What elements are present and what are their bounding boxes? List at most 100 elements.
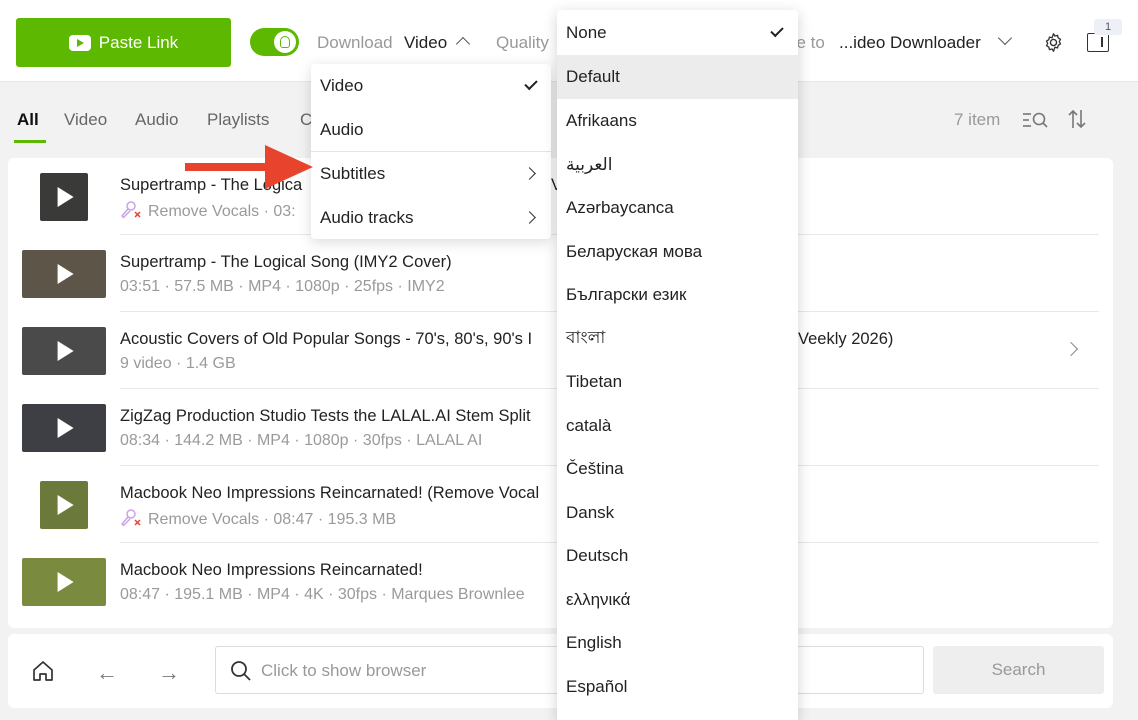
subtitle-language-menu: None Default Afrikaans العربية Azərbayca… — [557, 10, 798, 720]
menu-item-audio[interactable]: Audio — [311, 108, 551, 152]
language-option[interactable]: العربية — [557, 143, 798, 187]
item-meta: Remove Vocals · 03: — [120, 201, 296, 221]
language-option-default[interactable]: Default — [557, 55, 798, 99]
language-option[interactable]: Беларуская мова — [557, 230, 798, 274]
item-title: Macbook Neo Impressions Reincarnated! (R… — [120, 484, 540, 502]
check-icon — [770, 23, 784, 38]
video-thumbnail — [40, 481, 88, 529]
tab-audio[interactable]: Audio — [135, 110, 178, 130]
language-label: català — [566, 416, 612, 435]
tab-video[interactable]: Video — [64, 110, 107, 130]
tab-all[interactable]: All — [17, 110, 39, 130]
video-thumbnail — [22, 404, 106, 452]
chevron-right-icon — [523, 211, 536, 224]
search-placeholder: Click to show browser — [261, 661, 427, 680]
youtube-icon — [68, 34, 91, 51]
tab-playlists[interactable]: Playlists — [207, 110, 269, 130]
language-label: العربية — [566, 155, 613, 174]
queue-count-badge: 1 — [1094, 19, 1122, 35]
language-option[interactable]: Afrikaans — [557, 99, 798, 143]
menu-item-audio-tracks[interactable]: Audio tracks — [311, 196, 551, 240]
item-title-tail: Veekly 2026) — [798, 330, 894, 348]
language-option[interactable]: Deutsch — [557, 534, 798, 578]
chevron-down-icon[interactable] — [997, 30, 1013, 46]
play-icon — [57, 187, 74, 207]
language-option[interactable]: Azərbaycanca — [557, 186, 798, 230]
language-option[interactable]: English — [557, 621, 798, 665]
menu-item-label: Video — [320, 76, 364, 95]
menu-item-video[interactable]: Video — [311, 64, 551, 108]
language-option[interactable]: Čeština — [557, 447, 798, 491]
menu-item-label: Subtitles — [320, 164, 386, 183]
paste-link-button[interactable]: Paste Link — [16, 18, 231, 67]
active-tab-indicator — [14, 140, 46, 143]
red-arrow-icon — [185, 145, 313, 189]
paste-link-label: Paste Link — [98, 32, 179, 52]
item-meta: 08:34 · 144.2 MB · MP4 · 1080p · 30fps ·… — [120, 432, 483, 449]
forward-arrow-icon[interactable]: → — [158, 660, 180, 686]
download-label: Download — [317, 33, 393, 52]
gear-icon[interactable] — [1043, 32, 1064, 53]
home-icon[interactable] — [32, 660, 54, 682]
back-arrow-icon[interactable]: ← — [96, 660, 118, 686]
item-title: Supertramp - The Logical Song (IMY2 Cove… — [120, 253, 452, 271]
item-meta: 03:51 · 57.5 MB · MP4 · 1080p · 25fps · … — [120, 278, 445, 295]
item-title: Macbook Neo Impressions Reincarnated! — [120, 561, 423, 579]
toggle-knob — [274, 31, 296, 53]
language-label: ελληνικά — [566, 590, 631, 609]
play-icon — [57, 495, 74, 515]
remove-vocals-icon — [120, 201, 141, 219]
language-label: Default — [566, 67, 620, 86]
smart-mode-toggle[interactable] — [250, 28, 299, 56]
save-to-dropdown[interactable]: ...ideo Downloader — [839, 33, 981, 53]
language-option[interactable]: Español — [557, 665, 798, 709]
language-label: Deutsch — [566, 546, 629, 565]
search-button[interactable]: Search — [933, 646, 1104, 694]
language-option-none[interactable]: None — [557, 11, 798, 55]
language-label: Tibetan — [566, 372, 623, 391]
menu-item-label: Audio — [320, 120, 364, 139]
item-meta-text: Remove Vocals · 03: — [148, 203, 296, 220]
item-title: Acoustic Covers of Old Popular Songs - 7… — [120, 330, 533, 348]
search-list-icon[interactable] — [1022, 110, 1048, 130]
video-thumbnail — [40, 173, 88, 221]
play-icon — [57, 264, 74, 284]
chevron-right-icon — [523, 167, 536, 180]
language-label: Беларуская мова — [566, 242, 703, 261]
quality-label[interactable]: Quality — [496, 33, 549, 53]
chevron-right-icon[interactable] — [1063, 341, 1079, 357]
item-meta: Remove Vocals · 08:47 · 195.3 MB — [120, 509, 396, 529]
queue-panel-icon[interactable] — [1087, 33, 1109, 52]
language-label: বাংলা — [566, 328, 606, 347]
chevron-up-icon[interactable] — [455, 36, 471, 52]
remove-vocals-icon — [120, 509, 141, 527]
video-thumbnail — [22, 250, 106, 298]
sort-icon[interactable] — [1067, 108, 1087, 130]
play-icon — [57, 418, 74, 438]
language-option[interactable]: Tibetan — [557, 360, 798, 404]
language-option[interactable]: বাংলা — [557, 316, 798, 360]
play-icon — [57, 341, 74, 361]
item-meta: 08:47 · 195.1 MB · MP4 · 4K · 30fps · Ma… — [120, 586, 525, 603]
language-option[interactable]: Dansk — [557, 491, 798, 535]
language-option[interactable]: català — [557, 404, 798, 448]
language-label: Español — [566, 677, 628, 696]
item-title: ZigZag Production Studio Tests the LALAL… — [120, 407, 531, 425]
language-label: English — [566, 633, 622, 652]
language-option[interactable]: ελληνικά — [557, 578, 798, 622]
menu-item-subtitles[interactable]: Subtitles — [311, 152, 551, 196]
search-icon — [231, 661, 251, 681]
language-label: None — [566, 23, 607, 42]
playlist-thumbnail — [22, 327, 106, 375]
item-meta: 9 video · 1.4 GB — [120, 355, 236, 372]
item-meta-text: Remove Vocals · 08:47 · 195.3 MB — [148, 511, 397, 528]
language-option[interactable]: Български език — [557, 273, 798, 317]
lightbulb-icon — [280, 36, 290, 48]
download-type-menu: Video Audio Subtitles Audio tracks — [311, 64, 551, 239]
download-type-dropdown[interactable]: Video — [404, 33, 447, 53]
menu-item-label: Audio tracks — [320, 208, 414, 227]
item-count: 7 item — [954, 110, 1001, 129]
check-icon — [524, 76, 538, 91]
video-thumbnail — [22, 558, 106, 606]
language-label: Dansk — [566, 503, 615, 522]
